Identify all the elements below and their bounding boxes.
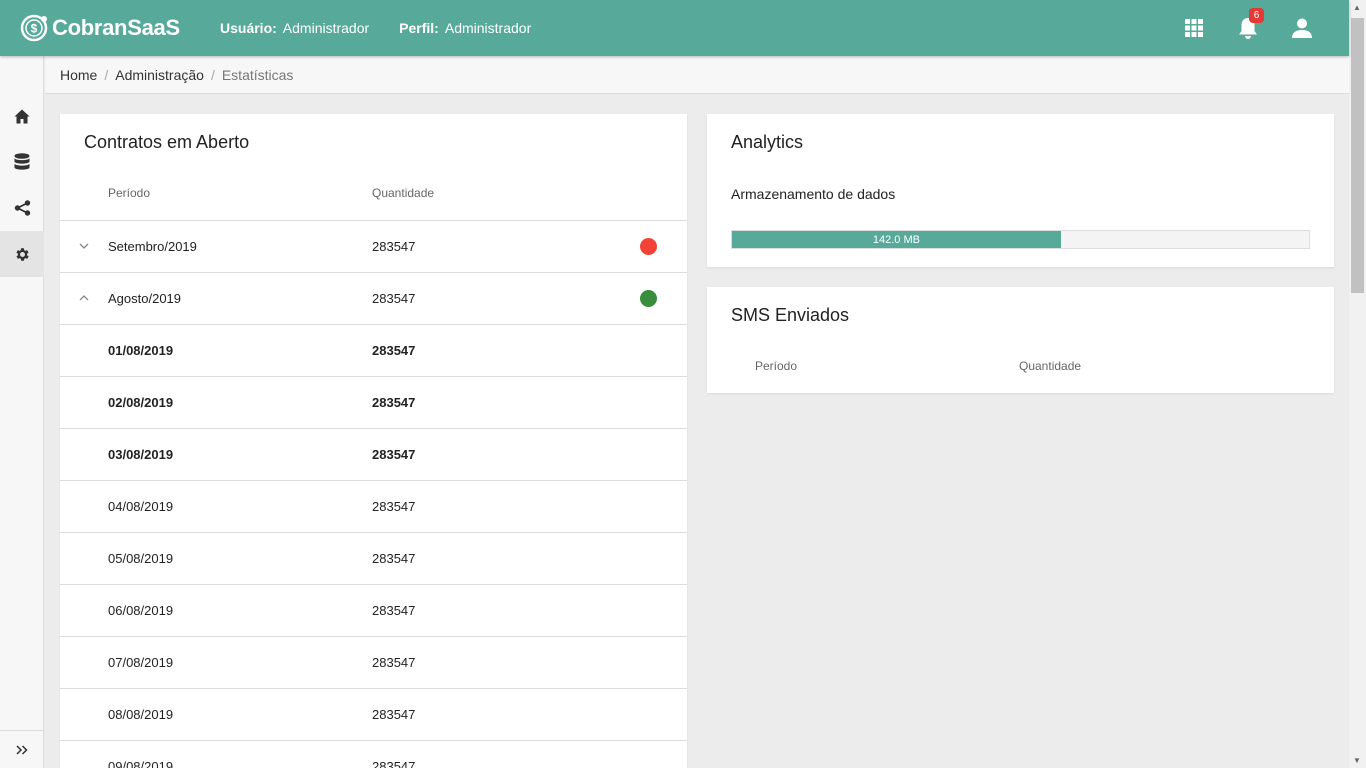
col-quantity-header: Quantidade xyxy=(372,186,435,200)
sidebar-item-share[interactable] xyxy=(0,185,44,231)
apps-grid-icon xyxy=(1185,19,1203,37)
page-scrollbar[interactable]: ▲ ▼ xyxy=(1349,0,1366,768)
sidebar-item-home[interactable] xyxy=(0,93,44,139)
home-icon xyxy=(14,109,30,123)
breadcrumb-separator: / xyxy=(210,66,215,83)
table-row: 08/08/2019 283547 xyxy=(60,688,687,740)
user-icon xyxy=(1292,18,1312,38)
logo-icon: $ xyxy=(20,14,48,42)
sidebar-item-settings[interactable] xyxy=(0,231,44,277)
row-quantity: 283547 xyxy=(372,499,416,514)
breadcrumb-current: Estatísticas xyxy=(221,66,294,83)
analytics-title: Analytics xyxy=(731,132,804,152)
chevron-up-icon[interactable] xyxy=(77,291,91,305)
row-period: Agosto/2019 xyxy=(108,291,182,306)
analytics-card: Analytics Armazenamento de dados 142.0 M… xyxy=(707,114,1334,267)
row-period: 09/08/2019 xyxy=(108,759,174,768)
contracts-table-body: Setembro/2019 283547 Agosto/2019 283547 01/0… xyxy=(60,220,687,768)
status-dot xyxy=(640,290,657,307)
row-period: Setembro/2019 xyxy=(108,239,197,254)
scrollbar-thumb[interactable] xyxy=(1351,18,1364,293)
profile-label: Perfil: xyxy=(399,20,439,36)
row-quantity: 283547 xyxy=(372,239,416,254)
table-row[interactable]: Setembro/2019 283547 xyxy=(60,220,687,272)
notification-badge: 6 xyxy=(1249,8,1264,23)
notifications-button[interactable]: 6 xyxy=(1221,0,1275,56)
sidebar-expand-button[interactable] xyxy=(0,730,44,768)
row-quantity: 283547 xyxy=(372,707,416,722)
row-quantity: 283547 xyxy=(372,447,416,462)
open-contracts-title: Contratos em Aberto xyxy=(84,132,250,152)
row-period: 03/08/2019 xyxy=(108,447,174,462)
user-value: Administrador xyxy=(282,20,370,36)
row-quantity: 283547 xyxy=(372,655,416,670)
row-period: 06/08/2019 xyxy=(108,603,174,618)
open-contracts-card: Contratos em Aberto Período Quantidade S… xyxy=(60,114,687,768)
chevron-down-icon[interactable] xyxy=(77,239,91,253)
sms-sent-card: SMS Enviados Período Quantidade xyxy=(707,287,1334,393)
share-icon xyxy=(14,200,30,216)
status-dot xyxy=(640,238,657,255)
row-quantity: 283547 xyxy=(372,551,416,566)
sidebar xyxy=(0,56,44,768)
table-row: 04/08/2019 283547 xyxy=(60,480,687,532)
table-row: 09/08/2019 283547 xyxy=(60,740,687,768)
sidebar-item-database[interactable] xyxy=(0,139,44,185)
storage-progress-bar: 142.0 MB xyxy=(731,230,1310,249)
row-period: 01/08/2019 xyxy=(108,343,174,358)
user-menu-button[interactable] xyxy=(1275,0,1329,56)
row-quantity: 283547 xyxy=(372,759,416,768)
scroll-up-icon[interactable]: ▲ xyxy=(1353,3,1361,12)
database-icon xyxy=(14,153,30,170)
app-logo[interactable]: $ CobranSaaS xyxy=(19,13,199,43)
breadcrumb-admin[interactable]: Administração xyxy=(115,67,204,83)
breadcrumb-home[interactable]: Home xyxy=(60,67,97,83)
table-row: 02/08/2019 283547 xyxy=(60,376,687,428)
breadcrumb: Home / Administração / Estatísticas xyxy=(45,56,1349,94)
row-period: 07/08/2019 xyxy=(108,655,174,670)
table-row: 01/08/2019 283547 xyxy=(60,324,687,376)
table-row: 07/08/2019 283547 xyxy=(60,636,687,688)
storage-progress-fill: 142.0 MB xyxy=(732,231,1061,248)
top-bar: $ CobranSaaS Usuário: Administrador Perf… xyxy=(0,0,1349,56)
table-row: 05/08/2019 283547 xyxy=(60,532,687,584)
user-label: Usuário: xyxy=(220,20,277,36)
profile-value: Administrador xyxy=(444,20,532,36)
sms-col-period-header: Período xyxy=(755,359,798,373)
col-period-header: Período xyxy=(108,186,151,200)
storage-label: Armazenamento de dados xyxy=(731,186,896,202)
row-period: 08/08/2019 xyxy=(108,707,174,722)
row-quantity: 283547 xyxy=(372,343,416,358)
row-period: 02/08/2019 xyxy=(108,395,174,410)
double-chevron-right-icon xyxy=(16,744,28,755)
sms-col-quantity-header: Quantidade xyxy=(1019,359,1082,373)
breadcrumb-separator: / xyxy=(104,66,109,83)
table-row: 06/08/2019 283547 xyxy=(60,584,687,636)
gear-icon xyxy=(15,247,29,261)
sms-sent-title: SMS Enviados xyxy=(731,305,850,325)
svg-text:$: $ xyxy=(31,22,38,36)
scroll-down-icon[interactable]: ▼ xyxy=(1353,756,1361,765)
app-name: CobranSaaS xyxy=(52,15,180,40)
table-row[interactable]: Agosto/2019 283547 xyxy=(60,272,687,324)
row-quantity: 283547 xyxy=(372,395,416,410)
apps-button[interactable] xyxy=(1167,0,1221,56)
row-period: 05/08/2019 xyxy=(108,551,174,566)
table-row: 03/08/2019 283547 xyxy=(60,428,687,480)
row-quantity: 283547 xyxy=(372,603,416,618)
row-period: 04/08/2019 xyxy=(108,499,174,514)
row-quantity: 283547 xyxy=(372,291,416,306)
